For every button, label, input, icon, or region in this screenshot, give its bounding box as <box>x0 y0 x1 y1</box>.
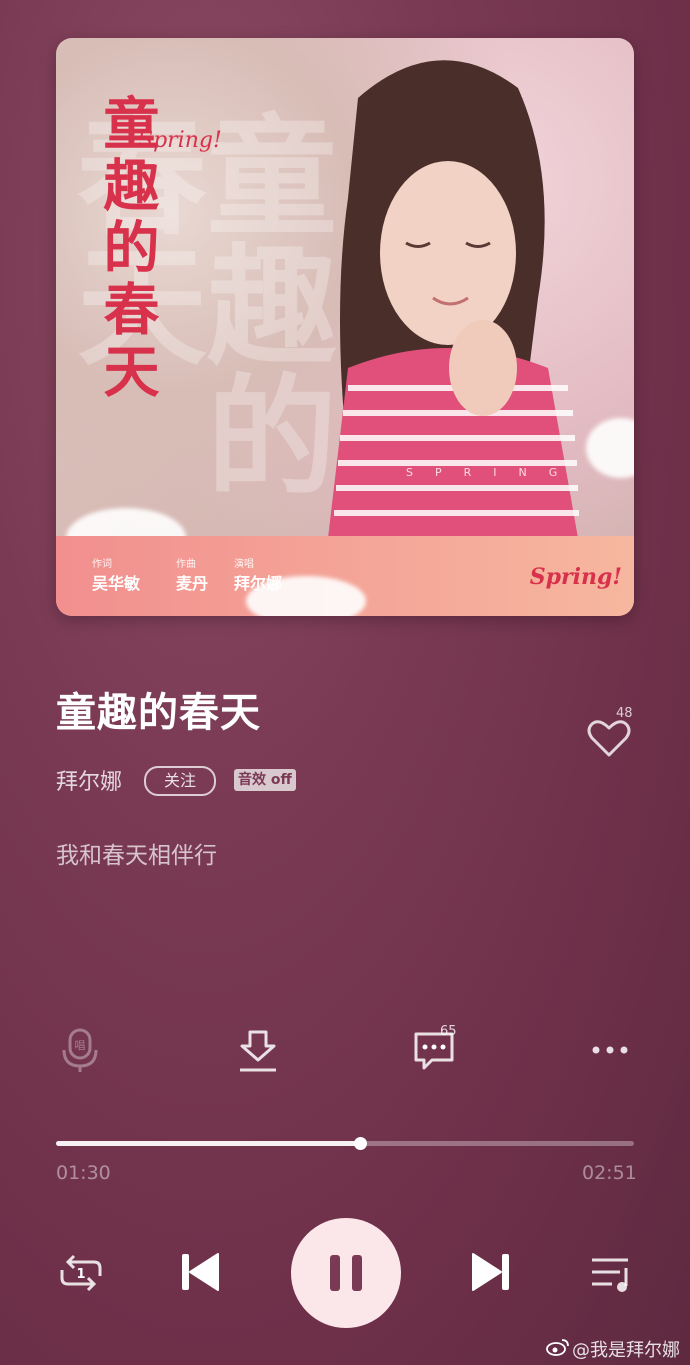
total-time: 02:51 <box>582 1162 637 1184</box>
progress-bar[interactable] <box>56 1137 634 1150</box>
svg-text:1: 1 <box>76 1267 85 1282</box>
comment-count: 65 <box>440 1024 457 1039</box>
weibo-icon <box>546 1339 569 1356</box>
progress-fill <box>56 1141 361 1146</box>
svg-text:唱: 唱 <box>75 1039 86 1052</box>
microphone-icon[interactable]: 唱 <box>56 1026 104 1074</box>
follow-button[interactable]: 关注 <box>144 766 216 796</box>
sound-effect-badge[interactable]: 音效 off <box>234 769 296 791</box>
credit-lyricist: 作词 吴华敏 <box>92 559 141 593</box>
download-icon[interactable] <box>234 1026 282 1074</box>
album-cover[interactable]: 童趣的春天 童趣的春天 Spring! SWEET SPRING 作词 <box>56 38 634 616</box>
credit-composer: 作曲 麦丹 <box>176 559 209 593</box>
watermark-text: @我是拜尔娜 <box>572 1340 680 1361</box>
album-spring-word: Spring! <box>138 128 222 153</box>
skip-previous-icon[interactable] <box>176 1248 224 1296</box>
pause-icon <box>330 1255 362 1291</box>
album-credits-banner: 作词 吴华敏 作曲 麦丹 演唱 拜尔娜 Spring! <box>56 536 634 616</box>
cloud-shape <box>246 576 366 616</box>
playlist-icon[interactable] <box>588 1250 634 1296</box>
repeat-one-icon[interactable]: 1 <box>58 1250 104 1296</box>
skip-next-icon[interactable] <box>467 1248 515 1296</box>
banner-spring-word: Spring! <box>529 564 622 590</box>
album-portrait <box>328 60 579 538</box>
lyric-line[interactable]: 我和春天相伴行 <box>56 836 217 870</box>
like-count: 48 <box>616 706 633 721</box>
more-icon[interactable] <box>586 1026 634 1074</box>
album-spring-letters: SPRING <box>406 466 580 479</box>
current-time: 01:30 <box>56 1162 111 1184</box>
song-title: 童趣的春天 <box>56 690 261 736</box>
pause-button[interactable] <box>291 1218 401 1328</box>
progress-knob[interactable] <box>354 1137 368 1150</box>
artist-name[interactable]: 拜尔娜 <box>56 764 122 796</box>
